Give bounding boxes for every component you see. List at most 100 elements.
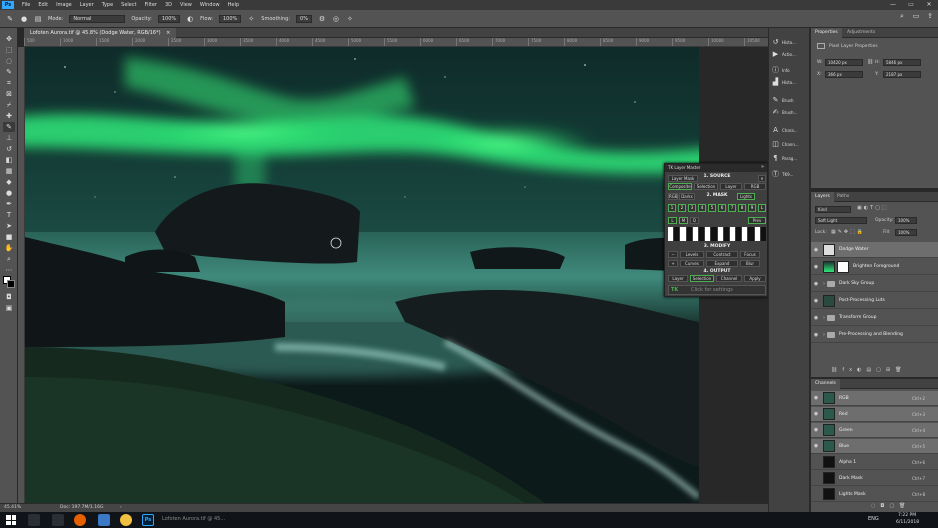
frame-tool-icon[interactable]: ⊠ <box>3 89 15 99</box>
channel-row[interactable]: Alpha 1 Ctrl+6 <box>811 455 938 470</box>
layer-row[interactable]: ◉ › Transform Group <box>811 310 938 326</box>
tk-zone-button[interactable]: 6 <box>718 204 726 212</box>
brush-preset-icon[interactable]: ● <box>20 15 28 23</box>
visibility-eye-icon[interactable]: ◉ <box>811 247 821 253</box>
move-tool-icon[interactable]: ✥ <box>3 34 15 44</box>
flow-field[interactable]: 100% <box>219 14 242 23</box>
x-field[interactable]: 366 px <box>825 71 863 78</box>
layer-kind-filter[interactable]: Kind <box>815 206 851 213</box>
tk-zone-button[interactable]: 7 <box>728 204 736 212</box>
tk-mod-l[interactable]: L <box>668 217 677 224</box>
blend-mode-select[interactable]: Soft Light <box>815 217 867 224</box>
pressure-size-icon[interactable]: ◎ <box>332 15 340 23</box>
tk-preview-button[interactable]: Prev <box>748 217 766 224</box>
tk-darks-button[interactable]: Darks <box>679 193 695 200</box>
tk-zone-button[interactable]: 2 <box>678 204 686 212</box>
tk-focus-button[interactable]: Focus <box>740 251 760 258</box>
tk-output-apply[interactable]: Apply <box>744 275 766 282</box>
hand-tool-icon[interactable]: ✋ <box>3 243 15 253</box>
eyedropper-tool-icon[interactable]: ⌿ <box>3 100 15 110</box>
smoothing-field[interactable]: 0% <box>296 14 312 23</box>
minimize-button[interactable]: — <box>884 0 902 10</box>
panel-strip-history[interactable]: ↺ Histo... <box>771 36 809 48</box>
panel-strip-actions[interactable]: ▶ Actio... <box>771 48 809 60</box>
tk-selection-button[interactable]: Selection <box>694 183 718 190</box>
tk-composite-button[interactable]: Composite <box>668 183 692 190</box>
symmetry-icon[interactable]: ✧ <box>346 15 354 23</box>
opacity-field[interactable]: 100% <box>157 14 181 23</box>
gradient-tool-icon[interactable]: ▦ <box>3 166 15 176</box>
panel-strip-brush[interactable]: ✎ Brush <box>771 94 809 106</box>
tk-levels-button[interactable]: Levels <box>680 251 704 258</box>
rectangle-tool-icon[interactable]: ■ <box>3 232 15 242</box>
pen-tool-icon[interactable]: ✒ <box>3 199 15 209</box>
visibility-eye-icon[interactable]: ◉ <box>811 395 821 401</box>
smoothing-settings-icon[interactable]: ⚙ <box>318 15 326 23</box>
task-view-icon[interactable] <box>28 514 40 526</box>
quick-mask-icon[interactable]: ◘ <box>3 292 15 302</box>
tk-zone-button[interactable]: 3 <box>688 204 696 212</box>
tab-layers[interactable]: Layers <box>811 192 834 202</box>
start-button-icon[interactable] <box>6 515 16 525</box>
panel-strip-histogram[interactable]: ▟ Histo... <box>771 76 809 88</box>
layer-row[interactable]: ◉ Brighten Foreground <box>811 259 938 275</box>
screen-mode-icon[interactable]: ▣ <box>3 303 15 313</box>
language-indicator[interactable]: ENG <box>868 516 879 522</box>
chevron-right-icon[interactable]: › <box>823 281 825 287</box>
brush-tool-icon[interactable]: ✎ <box>3 122 15 132</box>
status-arrow-icon[interactable]: › <box>120 504 122 512</box>
layer-row[interactable]: ◉ Post-Processing Luts <box>811 293 938 309</box>
search-icon[interactable]: ⌕ <box>898 12 906 20</box>
width-field[interactable]: 10420 px <box>825 59 863 66</box>
visibility-eye-icon[interactable]: ◉ <box>811 427 821 433</box>
tk-contract-button[interactable]: Contract <box>706 251 738 258</box>
brush-settings-icon[interactable]: ▤ <box>34 15 42 23</box>
menu-filter[interactable]: Filter <box>145 2 157 8</box>
app-icon[interactable] <box>98 514 110 526</box>
tk-settings-footer[interactable]: TK Click for settings <box>668 285 766 295</box>
tk-zone-swatches[interactable] <box>668 227 766 241</box>
image-canvas[interactable] <box>25 47 699 503</box>
zoom-readout[interactable]: 45.41% <box>4 504 21 512</box>
panel-strip-channels[interactable]: ◫ Chann... <box>771 138 809 150</box>
tk-blur-button[interactable]: Blur <box>740 260 760 267</box>
tk-curves-button[interactable]: Curves <box>680 260 704 267</box>
menu-3d[interactable]: 3D <box>165 2 172 8</box>
menu-layer[interactable]: Layer <box>80 2 94 8</box>
airbrush-icon[interactable]: ✧ <box>247 15 255 23</box>
tk-output-layer[interactable]: Layer <box>668 275 688 282</box>
tk-rgb-button[interactable]: RGB <box>744 183 766 190</box>
menu-file[interactable]: File <box>22 2 30 8</box>
visibility-eye-icon[interactable]: ◉ <box>811 281 821 287</box>
tk-layer-button[interactable]: Layer <box>720 183 742 190</box>
layer-row[interactable]: ◉ › Pre-Processing and Blending <box>811 327 938 343</box>
background-color-swatch[interactable] <box>7 280 15 288</box>
doc-size-info[interactable]: Doc: 197.7M/1.16G <box>60 504 103 512</box>
mode-select[interactable]: Normal <box>69 14 126 23</box>
document-tab[interactable]: Lofoten Aurora.tif @ 45.8% (Dodge Water,… <box>24 28 177 38</box>
tk-mod-d[interactable]: D <box>690 217 699 224</box>
tk-minus-button[interactable]: − <box>668 251 678 258</box>
tk-zone-button[interactable]: 9 <box>748 204 756 212</box>
layer-row[interactable]: ◉ › Dark Sky Group <box>811 276 938 292</box>
channel-row[interactable]: ◉ RGB Ctrl+2 <box>811 391 938 406</box>
visibility-eye-icon[interactable]: ◉ <box>811 298 821 304</box>
firefox-icon[interactable] <box>74 514 86 526</box>
tab-adjustments[interactable]: Adjustments <box>843 28 879 38</box>
menu-view[interactable]: View <box>180 2 192 8</box>
blur-tool-icon[interactable]: ◆ <box>3 177 15 187</box>
layer-row[interactable]: ◉ Dodge Water <box>811 242 938 258</box>
taskbar-active-title[interactable]: Lofoten Aurora.tif @ 45... <box>162 516 225 522</box>
panel-strip-info[interactable]: ⓘ Info <box>771 64 809 76</box>
channel-row[interactable]: ◉ Red Ctrl+3 <box>811 407 938 422</box>
channels-footer-icons[interactable]: ◌◘▢🗑 <box>871 503 910 509</box>
channel-row[interactable]: Lights Mask Ctrl+8 <box>811 487 938 502</box>
marquee-tool-icon[interactable]: ⬚ <box>3 45 15 55</box>
tk-collapse-icon[interactable]: » <box>761 164 764 170</box>
panel-strip-brush-settings[interactable]: ✍ Brush... <box>771 106 809 118</box>
tk-lights-button[interactable]: Lights <box>737 193 755 200</box>
layer-filter-icons[interactable]: ▣◐T▢⬚ <box>857 205 889 211</box>
healing-tool-icon[interactable]: ✚ <box>3 111 15 121</box>
tab-properties[interactable]: Properties <box>811 28 842 38</box>
lasso-tool-icon[interactable]: ◌ <box>3 56 15 66</box>
